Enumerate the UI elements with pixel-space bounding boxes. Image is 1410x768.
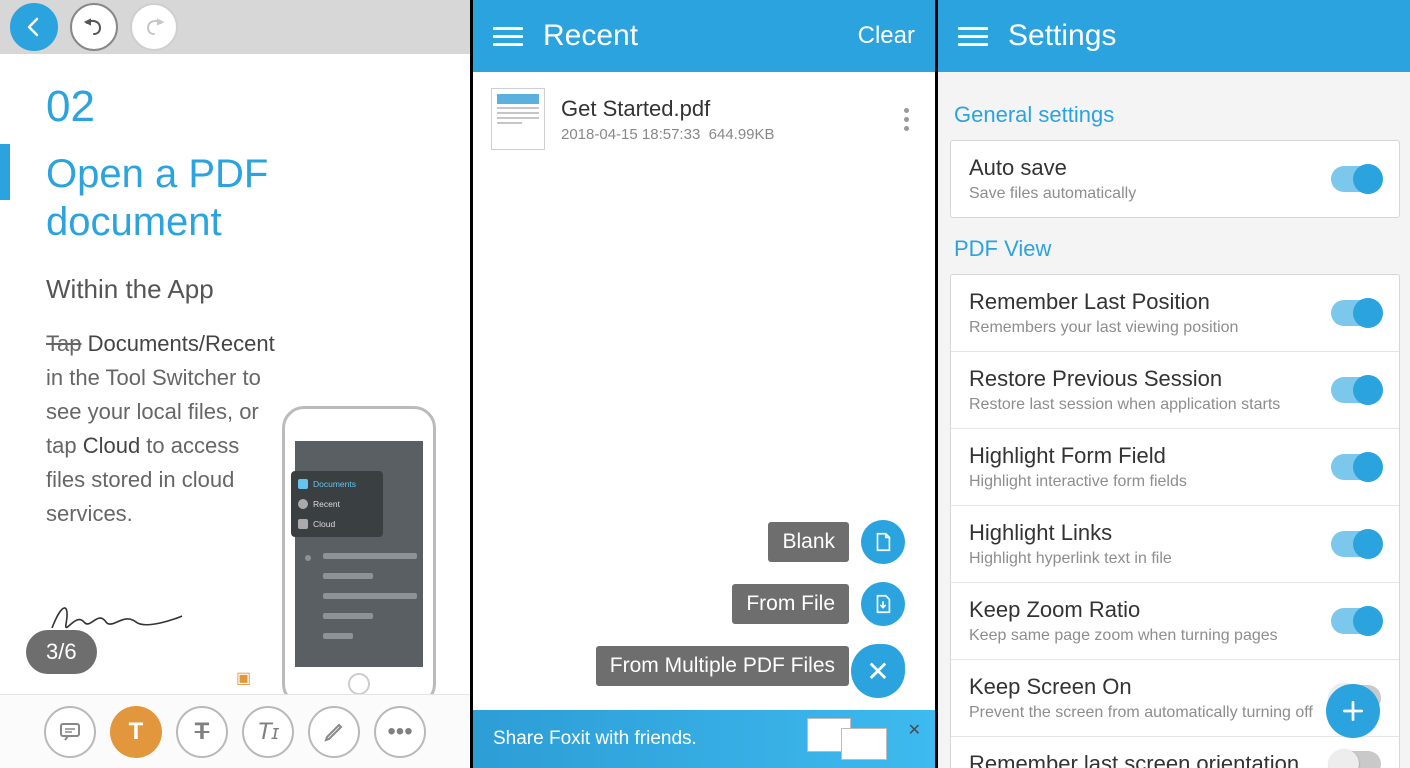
redo-button[interactable] — [130, 3, 178, 51]
menu-button[interactable] — [958, 27, 988, 46]
comment-tool[interactable] — [44, 706, 96, 758]
strikethrough-icon: T — [195, 718, 210, 746]
strikethrough-tool[interactable]: T — [176, 706, 228, 758]
plus-icon — [1340, 698, 1366, 724]
undo-button[interactable] — [70, 3, 118, 51]
fab-frommulti-label: From Multiple PDF Files — [596, 646, 849, 686]
toggle-orientation[interactable] — [1331, 751, 1381, 768]
phone-illustration: Documents Recent Cloud — [282, 406, 436, 706]
annotation-toolbar: T T Tɪ ••• — [0, 694, 470, 768]
recent-file-item[interactable]: Get Started.pdf 2018-04-15 18:57:33 644.… — [473, 72, 935, 166]
file-name: Get Started.pdf — [561, 96, 880, 122]
devices-illustration — [807, 712, 895, 766]
toggle-autosave[interactable] — [1331, 166, 1381, 192]
setting-autosave[interactable]: Auto saveSave files automatically — [951, 141, 1399, 217]
share-close-button[interactable]: ✕ — [908, 720, 921, 740]
general-card: Auto saveSave files automatically — [950, 140, 1400, 218]
setting-orientation[interactable]: Remember last screen orientation — [951, 737, 1399, 768]
setting-restore[interactable]: Restore Previous SessionRestore last ses… — [951, 352, 1399, 429]
pdf-viewer-panel: 02 Open a PDF document Within the App Ta… — [0, 0, 470, 768]
more-tools[interactable]: ••• — [374, 706, 426, 758]
viewer-toolbar — [0, 0, 470, 54]
toggle-hl-form[interactable] — [1331, 454, 1381, 480]
fab-close-button[interactable]: ✕ — [851, 644, 905, 698]
draw-tool[interactable] — [308, 706, 360, 758]
blank-doc-icon — [872, 531, 894, 553]
document-body: 02 Open a PDF document Within the App Ta… — [0, 54, 470, 702]
settings-body[interactable]: General settings Auto saveSave files aut… — [938, 72, 1410, 768]
fab-fromfile-label: From File — [732, 584, 849, 624]
recent-panel: Recent Clear Get Started.pdf 2018-04-15 … — [470, 0, 938, 768]
share-banner[interactable]: Share Foxit with friends. ✕ — [473, 710, 935, 768]
toggle-zoom[interactable] — [1331, 608, 1381, 634]
arrow-left-icon — [22, 15, 46, 39]
setting-zoom[interactable]: Keep Zoom RatioKeep same page zoom when … — [951, 583, 1399, 660]
fab-fromfile-button[interactable] — [861, 582, 905, 626]
section-subtitle: Within the App — [46, 274, 434, 305]
page-indicator[interactable]: 3/6 — [26, 630, 97, 674]
settings-title: Settings — [1008, 19, 1390, 53]
section-tab — [0, 144, 10, 200]
text-icon: Tɪ — [257, 718, 279, 746]
phone-screen: Documents Recent Cloud — [295, 441, 423, 667]
file-arrow-icon — [872, 593, 894, 615]
folder-icon — [298, 479, 308, 489]
more-icon: ••• — [387, 718, 412, 746]
settings-panel: Settings General settings Auto saveSave … — [938, 0, 1410, 768]
toggle-hl-links[interactable] — [1331, 531, 1381, 557]
pencil-icon — [322, 720, 346, 744]
menu-button[interactable] — [493, 27, 523, 46]
setting-remember-pos[interactable]: Remember Last PositionRemembers your las… — [951, 275, 1399, 352]
fab-add-button[interactable] — [1326, 684, 1380, 738]
section-pdfview: PDF View — [950, 218, 1400, 274]
close-icon: ✕ — [866, 655, 889, 688]
section-title: Open a PDF document — [46, 150, 434, 246]
highlight-tool[interactable]: T — [110, 706, 162, 758]
clock-icon — [298, 499, 308, 509]
setting-hl-form[interactable]: Highlight Form FieldHighlight interactiv… — [951, 429, 1399, 506]
undo-icon — [82, 15, 106, 39]
toggle-restore[interactable] — [1331, 377, 1381, 403]
cloud-icon — [298, 519, 308, 529]
redo-icon — [142, 15, 166, 39]
recent-header: Recent Clear — [473, 0, 935, 72]
setting-hl-links[interactable]: Highlight LinksHighlight hyperlink text … — [951, 506, 1399, 583]
highlight-icon: T — [129, 718, 144, 746]
settings-header: Settings — [938, 0, 1410, 72]
clear-button[interactable]: Clear — [858, 22, 915, 50]
section-number: 02 — [46, 82, 434, 132]
file-options-button[interactable] — [896, 100, 917, 139]
share-text: Share Foxit with friends. — [493, 728, 697, 750]
phone-menu: Documents Recent Cloud — [291, 471, 383, 537]
file-meta: 2018-04-15 18:57:33 644.99KB — [561, 126, 880, 143]
file-thumbnail — [491, 88, 545, 150]
phone-home-button — [348, 673, 370, 695]
toggle-remember-pos[interactable] — [1331, 300, 1381, 326]
recent-title: Recent — [543, 19, 838, 53]
back-button[interactable] — [10, 3, 58, 51]
section-general: General settings — [950, 84, 1400, 140]
comment-marker-icon[interactable]: ▣ — [236, 668, 251, 688]
fab-blank-label: Blank — [768, 522, 849, 562]
comment-icon — [58, 720, 82, 744]
text-tool[interactable]: Tɪ — [242, 706, 294, 758]
fab-blank-button[interactable] — [861, 520, 905, 564]
section-text: Tap Documents/Recent in the Tool Switche… — [46, 327, 276, 532]
